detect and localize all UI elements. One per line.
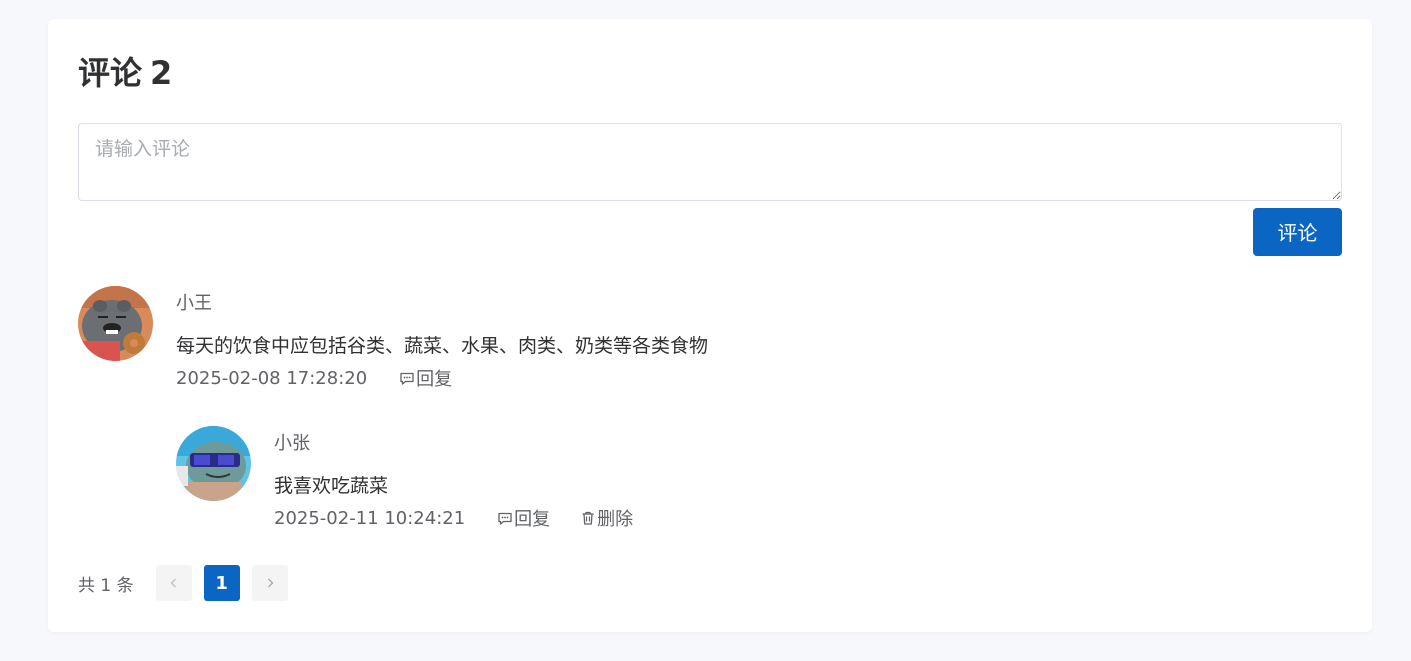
title-label: 评论 [78, 54, 143, 92]
reply-button[interactable]: 回复 [399, 365, 452, 391]
reply-text: 我喜欢吃蔬菜 [274, 475, 389, 497]
comment-count: 2 [150, 54, 173, 92]
reply-username: 小张 [274, 433, 310, 454]
reply-label: 回复 [514, 509, 551, 530]
pagination: 共 1 条 1 [78, 565, 300, 601]
page-title: 评论 2 [78, 49, 172, 97]
reply-meta: 2025-02-11 10:24:21 回复 删除 [274, 505, 663, 531]
prev-page-button[interactable] [155, 565, 192, 601]
next-page-button[interactable] [251, 565, 288, 601]
comment-card: 评论2 评论 小王 每天的饮食中应包括谷类、蔬菜、水果、肉类、奶类等各类食物 [48, 19, 1372, 632]
reply-item: 小张 我喜欢吃蔬菜 2025-02-11 10:24:21 回复 删除 [176, 426, 1176, 536]
reply-time: 2025-02-11 10:24:21 [274, 507, 466, 529]
comment-meta: 2025-02-08 17:28:20 回复 [176, 365, 482, 391]
trash-icon [582, 511, 594, 525]
comment-username: 小王 [176, 293, 212, 314]
chevron-left-icon [170, 578, 176, 588]
delete-button[interactable]: 删除 [580, 505, 633, 531]
comment-icon [400, 372, 414, 385]
pagination-total: 共 1 条 [78, 575, 134, 596]
submit-comment-button[interactable]: 评论 [1253, 208, 1342, 256]
comment-time: 2025-02-08 17:28:20 [176, 367, 368, 389]
chevron-right-icon [267, 578, 274, 588]
page-number-current[interactable]: 1 [203, 565, 240, 601]
reply-button[interactable]: 回复 [497, 505, 550, 531]
comment-item: 小王 每天的饮食中应包括谷类、蔬菜、水果、肉类、奶类等各类食物 2025-02-… [78, 286, 1278, 546]
avatar [176, 426, 251, 501]
comment-input[interactable] [78, 123, 1342, 201]
avatar [78, 286, 153, 361]
comment-icon [498, 512, 512, 525]
delete-label: 删除 [597, 509, 634, 530]
reply-label: 回复 [416, 369, 453, 390]
comment-text: 每天的饮食中应包括谷类、蔬菜、水果、肉类、奶类等各类食物 [176, 335, 709, 357]
